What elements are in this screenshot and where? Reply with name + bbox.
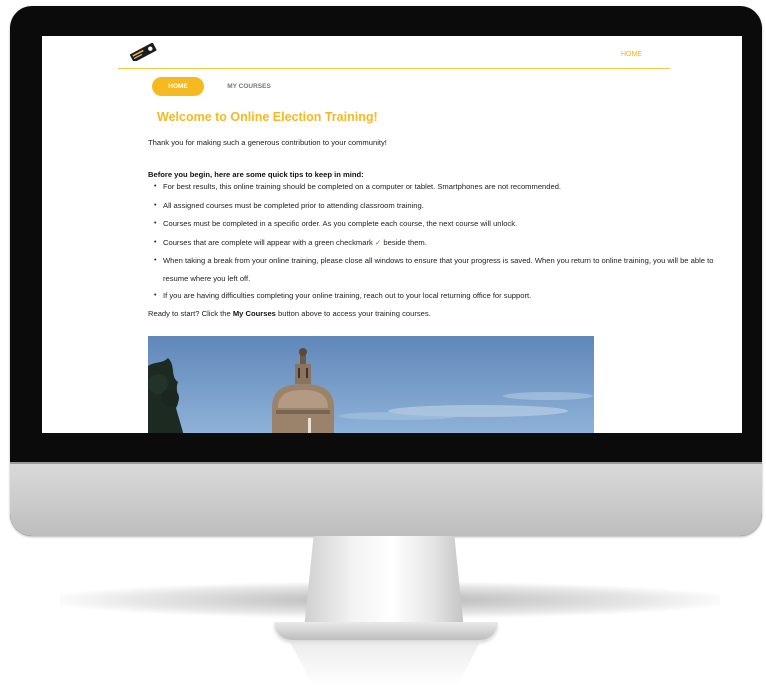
tips-heading: Before you begin, here are some quick ti…: [148, 170, 364, 179]
browser-viewport: HOME HOME MY COURSES Welcome to Online E…: [42, 36, 742, 433]
list-item: If you are having difficulties completin…: [154, 291, 734, 301]
site-header: HOME: [118, 36, 670, 69]
checkmark-text-after: beside them.: [381, 237, 427, 247]
tab-home[interactable]: HOME: [152, 77, 204, 96]
ready-text: Ready to start? Click the My Courses but…: [148, 309, 431, 318]
my-courses-emphasis: My Courses: [232, 309, 276, 318]
page-title: Welcome to Online Election Training!: [157, 110, 378, 124]
list-item: When taking a break from your online tra…: [154, 252, 734, 287]
nav-home-link[interactable]: HOME: [621, 51, 642, 58]
tab-my-courses[interactable]: MY COURSES: [224, 77, 274, 96]
legislature-photo: [148, 336, 594, 433]
brand-logo-icon[interactable]: [128, 43, 158, 61]
tips-list: For best results, this online training s…: [154, 182, 734, 310]
stand-reflection: [290, 642, 480, 686]
legislature-dome-image: [148, 336, 594, 433]
monitor-frame: HOME HOME MY COURSES Welcome to Online E…: [10, 6, 762, 536]
ready-text-after: button above to access your training cou…: [275, 309, 431, 318]
monitor-chin: [10, 464, 762, 536]
list-item: For best results, this online training s…: [154, 182, 734, 192]
ready-text-before: Ready to start? Click the: [148, 309, 233, 318]
list-item: All assigned courses must be completed p…: [154, 201, 734, 211]
monitor-stand: [304, 536, 464, 630]
intro-text: Thank you for making such a generous con…: [148, 138, 387, 147]
list-item: Courses that are complete will appear wi…: [154, 238, 734, 248]
monitor-stand-base: [274, 622, 498, 640]
list-item: Courses must be completed in a specific …: [154, 219, 734, 229]
checkmark-text-before: Courses that are complete will appear wi…: [163, 237, 375, 247]
